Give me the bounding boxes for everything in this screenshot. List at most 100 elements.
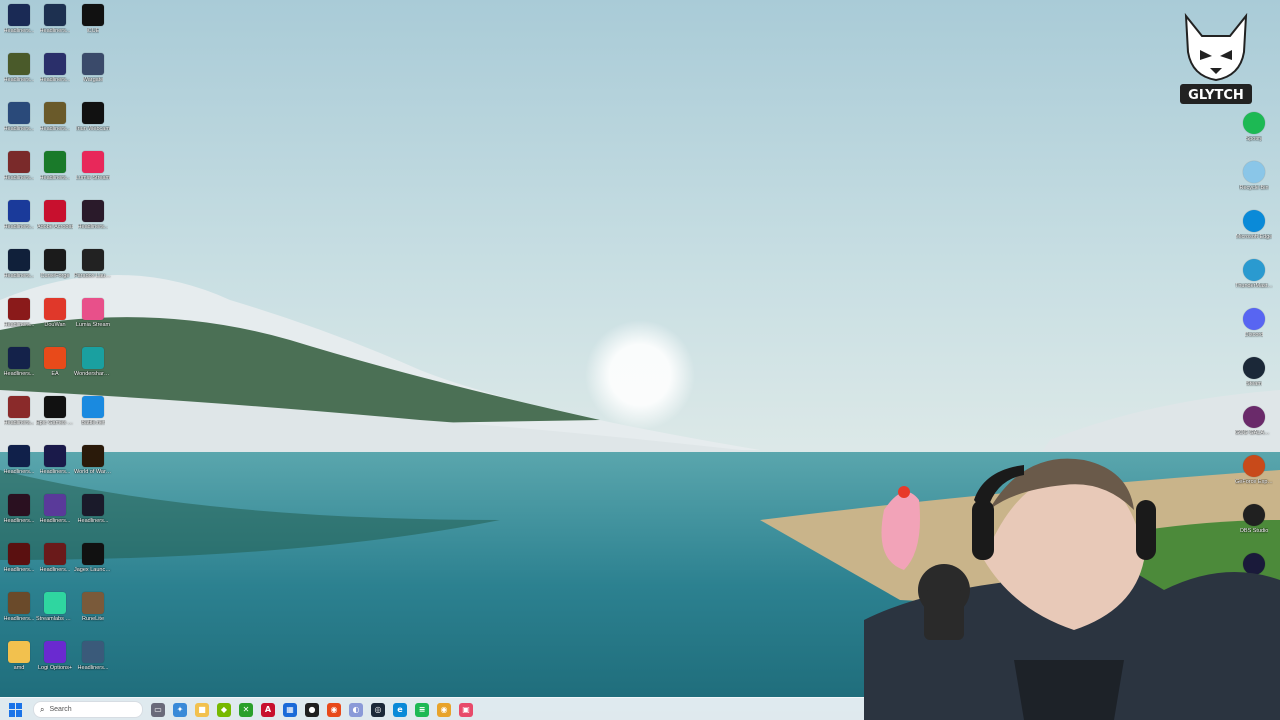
taskbar-search-box[interactable]: ⌕ Search <box>33 701 143 718</box>
desktop-icon-column-1: Headliners... Headliners... Headliners... H… <box>0 4 38 690</box>
desktop-shortcut-headliners[interactable]: Headliners... <box>36 4 74 53</box>
gog-galaxy-shortcut-icon <box>1243 406 1265 428</box>
desktop-shortcut-thundermaster-macro-master[interactable]: ThunderMaster Macro Master <box>1234 259 1274 308</box>
desktop-shortcut-label: Headliners... <box>39 126 71 132</box>
desktop-shortcut-headliners[interactable]: Headliners... <box>36 543 74 592</box>
desktop-shortcut-douwan[interactable]: DouWan <box>36 298 74 347</box>
spotify-icon <box>1243 112 1265 134</box>
desktop-shortcut-label: Headliners... <box>39 175 71 181</box>
desktop-shortcut-curseforge[interactable]: CurseForge <box>36 249 74 298</box>
lumia-icon[interactable]: ◐ <box>349 702 363 717</box>
search-icon: ⌕ <box>40 704 45 714</box>
desktop-icon-column-3: iCUE Wargate Iriun Webcam Lumia Stream Headl… <box>74 4 112 690</box>
desktop-shortcut-iriun-webcam[interactable]: Iriun Webcam <box>74 102 112 151</box>
desktop-shortcut-headliners[interactable]: Headliners... <box>0 102 38 151</box>
desktop-shortcut-world-of-warcraft[interactable]: World of Warcraft <box>74 445 112 494</box>
headliners-icon <box>82 494 104 516</box>
xbox-icon[interactable]: ✕ <box>239 702 253 717</box>
streamlabs-desktop-icon <box>44 592 66 614</box>
desktop-shortcut-headliners[interactable]: Headliners... <box>0 592 38 641</box>
desktop-shortcut-headliners[interactable]: Headliners... <box>0 151 38 200</box>
streamlabs-icon[interactable]: ▣ <box>459 702 473 717</box>
desktop-shortcut-headliners[interactable]: Headliners... <box>36 53 74 102</box>
task-view-icon[interactable]: ▭ <box>151 702 165 717</box>
windows-logo-tile <box>9 710 15 717</box>
desktop-shortcut-jagex-launcher[interactable]: Jagex Launcher <box>74 543 112 592</box>
desktop-shortcut-battle-net[interactable]: Battle.net <box>74 396 112 445</box>
headliners-icon <box>44 53 66 75</box>
desktop-shortcut-headliners[interactable]: Headliners... <box>0 249 38 298</box>
desktop-shortcut-streamlabs-desktop[interactable]: Streamlabs Desktop <box>36 592 74 641</box>
desktop-shortcut-headliners[interactable]: Headliners... <box>0 53 38 102</box>
desktop-shortcut-lumia-stream[interactable]: Lumia Stream <box>74 298 112 347</box>
desktop-shortcut-wondershare-filmora-13[interactable]: Wondershare Filmora 13 <box>74 347 112 396</box>
steam-icon[interactable]: ◎ <box>371 702 385 717</box>
desktop-shortcut-label: Epic Games Launcher <box>36 420 74 426</box>
desktop-shortcut-logi-options[interactable]: Logi Options+ <box>36 641 74 690</box>
desktop-icon-column-2: Headliners... Headliners... Headliners... H… <box>36 4 74 690</box>
desktop-shortcut-label: iCUE <box>86 28 100 34</box>
desktop-shortcut-headliners[interactable]: Headliners... <box>74 641 112 690</box>
desktop-shortcut-label: Headliners... <box>39 469 71 475</box>
iriun-webcam-icon <box>82 102 104 124</box>
curseforge-icon <box>44 249 66 271</box>
desktop-shortcut-label: Steam <box>1246 381 1262 387</box>
desktop-shortcut-headliners[interactable]: Headliners... <box>36 445 74 494</box>
recycle-bin-icon <box>1243 161 1265 183</box>
acrobat-icon[interactable]: A <box>261 702 275 717</box>
jagex-launcher-icon <box>82 543 104 565</box>
desktop-shortcut-adobe-acrobat[interactable]: Adobe Acrobat <box>36 200 74 249</box>
desktop-shortcut-headliners[interactable]: Headliners... <box>0 445 38 494</box>
desktop-shortcut-headliners[interactable]: Headliners... <box>74 200 112 249</box>
desktop-shortcut-headliners[interactable]: Headliners... <box>0 298 38 347</box>
desktop-shortcut-headliners[interactable]: Headliners... <box>0 200 38 249</box>
desktop-shortcut-steam[interactable]: Steam <box>1234 357 1274 406</box>
glytch-logo: GLYTCH <box>1180 12 1252 104</box>
desktop-shortcut-headliners[interactable]: Headliners... <box>74 494 112 543</box>
headliners-icon <box>8 200 30 222</box>
desktop-shortcut-label: Headliners... <box>3 518 35 524</box>
headliners-icon <box>8 445 30 467</box>
webcam-overlay <box>864 458 1280 720</box>
desktop-shortcut-runelite[interactable]: RuneLite <box>74 592 112 641</box>
desktop-shortcut-wargate[interactable]: Wargate <box>74 53 112 102</box>
desktop-shortcut-label: amd <box>13 665 25 671</box>
ea-icon[interactable]: ◉ <box>327 702 341 717</box>
desktop-shortcut-icue[interactable]: iCUE <box>74 4 112 53</box>
runelite-icon <box>82 592 104 614</box>
edge-icon[interactable]: e <box>393 702 407 717</box>
desktop-shortcut-spotify[interactable]: Spotify <box>1234 112 1274 161</box>
desktop-shortcut-headliners[interactable]: Headliners... <box>36 151 74 200</box>
desktop-shortcut-headliners[interactable]: Headliners... <box>0 543 38 592</box>
desktop-shortcut-headliners[interactable]: Headliners... <box>0 494 38 543</box>
file-explorer-icon[interactable]: ■ <box>195 702 209 717</box>
desktop-shortcut-recycle-bin[interactable]: Recycle Bin <box>1234 161 1274 210</box>
desktop-shortcut-epic-games-launcher[interactable]: Epic Games Launcher <box>36 396 74 445</box>
desktop-shortcut-label: World of Warcraft <box>74 469 112 475</box>
desktop-shortcut-headliners[interactable]: Headliners... <box>0 347 38 396</box>
nvidia-icon[interactable]: ◆ <box>217 702 231 717</box>
desktop-shortcut-lumia-stream[interactable]: Lumia Stream <box>74 151 112 200</box>
desktop-shortcut-headliners[interactable]: Headliners... <box>0 396 38 445</box>
copilot-icon[interactable]: ✦ <box>173 702 187 717</box>
desktop-shortcut-headliners[interactable]: Headliners... <box>36 494 74 543</box>
start-button[interactable] <box>9 702 23 717</box>
desktop-shortcut-label: Paradox Launcher v2 <box>74 273 112 279</box>
desktop-shortcut-label: Wondershare Filmora 13 <box>74 371 112 377</box>
desktop-shortcut-ea[interactable]: EA <box>36 347 74 396</box>
desktop-shortcut-discord[interactable]: Discord <box>1234 308 1274 357</box>
epic-games-launcher-icon <box>44 396 66 418</box>
desktop-shortcut-label: Discord <box>1244 332 1264 338</box>
desktop-shortcut-microsoft-edge[interactable]: Microsoft Edge <box>1234 210 1274 259</box>
logo-text: GLYTCH <box>1188 88 1244 103</box>
chrome-icon[interactable]: ◉ <box>437 702 451 717</box>
calendar-icon[interactable]: ▦ <box>283 702 297 717</box>
headliners-icon <box>44 494 66 516</box>
discord-icon <box>1243 308 1265 330</box>
obs-icon[interactable]: ● <box>305 702 319 717</box>
desktop-shortcut-amd[interactable]: amd <box>0 641 38 690</box>
desktop-shortcut-headliners[interactable]: Headliners... <box>0 4 38 53</box>
desktop-shortcut-paradox-launcher-v2[interactable]: Paradox Launcher v2 <box>74 249 112 298</box>
desktop-shortcut-headliners[interactable]: Headliners... <box>36 102 74 151</box>
spotify-icon[interactable]: ≡ <box>415 702 429 717</box>
